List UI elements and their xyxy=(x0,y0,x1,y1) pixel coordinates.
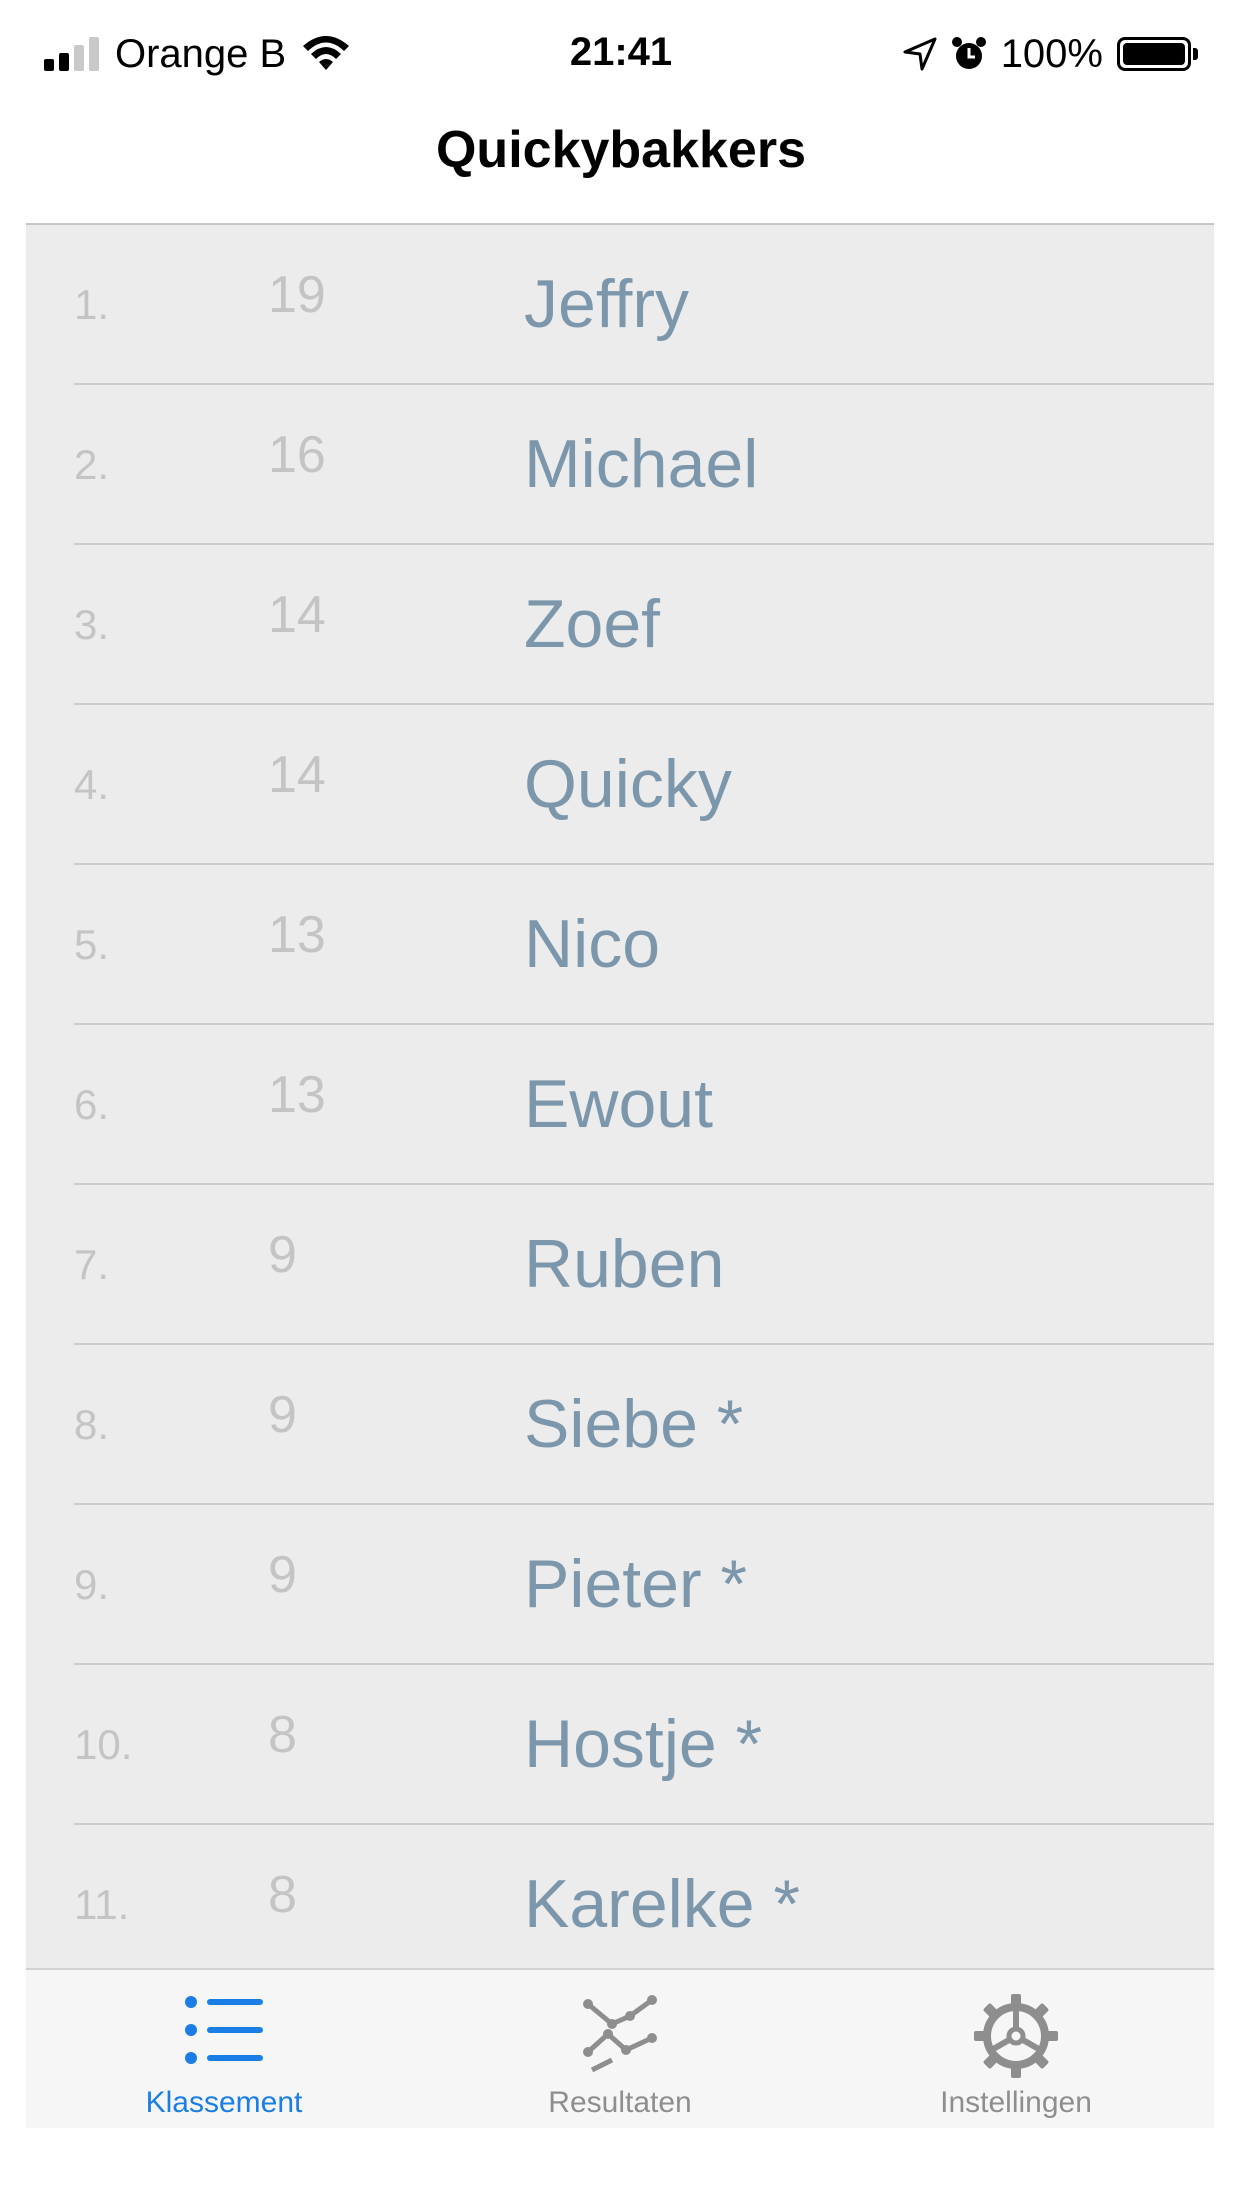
tab-instellingen[interactable]: Instellingen xyxy=(818,1970,1214,2128)
chart-line-icon xyxy=(583,1995,657,2073)
table-row[interactable]: 8. 9 Siebe * xyxy=(74,1345,1214,1505)
row-name: Zoef xyxy=(524,586,661,662)
row-rank: 9. xyxy=(74,1561,110,1608)
table-row[interactable]: 1. 19 Jeffry xyxy=(74,225,1214,385)
row-rank: 2. xyxy=(74,441,110,488)
row-score: 8 xyxy=(268,1866,297,1924)
table-row[interactable]: 2. 16 Michael xyxy=(74,385,1214,545)
row-name: Siebe * xyxy=(524,1386,744,1462)
row-score: 13 xyxy=(268,906,326,964)
status-right: 100% xyxy=(903,28,1198,80)
row-name: Pieter * xyxy=(524,1546,747,1622)
list-icon xyxy=(185,1996,263,2064)
row-rank: 4. xyxy=(74,761,110,808)
table-row[interactable]: 7. 9 Ruben xyxy=(74,1185,1214,1345)
table-row[interactable]: 3. 14 Zoef xyxy=(74,545,1214,705)
row-score: 14 xyxy=(268,746,326,804)
battery-percentage: 100% xyxy=(1000,31,1103,76)
row-score: 8 xyxy=(268,1706,297,1764)
tab-resultaten[interactable]: Resultaten xyxy=(422,1970,818,2128)
tab-label: Instellingen xyxy=(940,2086,1092,2119)
gear-icon xyxy=(974,1994,1058,2078)
tab-label: Klassement xyxy=(145,2086,303,2119)
row-rank: 1. xyxy=(74,281,110,328)
row-name: Jeffry xyxy=(524,266,690,342)
table-row[interactable]: 11. 8 Karelke * xyxy=(74,1825,1214,1970)
row-name: Michael xyxy=(524,426,759,502)
row-score: 9 xyxy=(268,1386,297,1444)
status-bar: Orange B 21:41 100% xyxy=(0,0,1242,108)
row-name: Karelke * xyxy=(524,1866,800,1942)
row-score: 13 xyxy=(268,1066,326,1124)
row-name: Hostje * xyxy=(524,1706,763,1782)
row-rank: 10. xyxy=(74,1721,133,1768)
battery-icon xyxy=(1117,37,1191,71)
row-score: 14 xyxy=(268,586,326,644)
table-row[interactable]: 10. 8 Hostje * xyxy=(74,1665,1214,1825)
row-name: Ewout xyxy=(524,1066,713,1142)
page-title: Quickybakkers xyxy=(435,121,807,179)
tab-klassement[interactable]: Klassement xyxy=(26,1970,422,2128)
row-score: 9 xyxy=(268,1546,297,1604)
row-name: Ruben xyxy=(524,1226,725,1302)
table-row[interactable]: 6. 13 Ewout xyxy=(74,1025,1214,1185)
row-rank: 3. xyxy=(74,601,110,648)
row-rank: 5. xyxy=(74,921,110,968)
ranking-table[interactable]: 1. 19 Jeffry 2. 16 Michael 3. 14 Zoef 4.… xyxy=(26,223,1214,1970)
tab-bar: Klassement Resultaten Instellingen xyxy=(26,1968,1214,2128)
row-name: Quicky xyxy=(524,746,732,822)
row-rank: 8. xyxy=(74,1401,110,1448)
location-arrow-icon xyxy=(903,37,937,71)
tab-label: Resultaten xyxy=(548,2086,692,2119)
row-score: 19 xyxy=(268,266,326,324)
table-row[interactable]: 9. 9 Pieter * xyxy=(74,1505,1214,1665)
row-rank: 6. xyxy=(74,1081,110,1128)
row-score: 16 xyxy=(268,426,326,484)
alarm-clock-icon xyxy=(951,37,986,69)
row-rank: 11. xyxy=(74,1881,130,1928)
row-name: Nico xyxy=(524,906,661,982)
row-score: 9 xyxy=(268,1226,297,1284)
table-row[interactable]: 5. 13 Nico xyxy=(74,865,1214,1025)
battery-cap xyxy=(1193,48,1198,60)
row-rank: 7. xyxy=(74,1241,110,1288)
table-row[interactable]: 4. 14 Quicky xyxy=(74,705,1214,865)
